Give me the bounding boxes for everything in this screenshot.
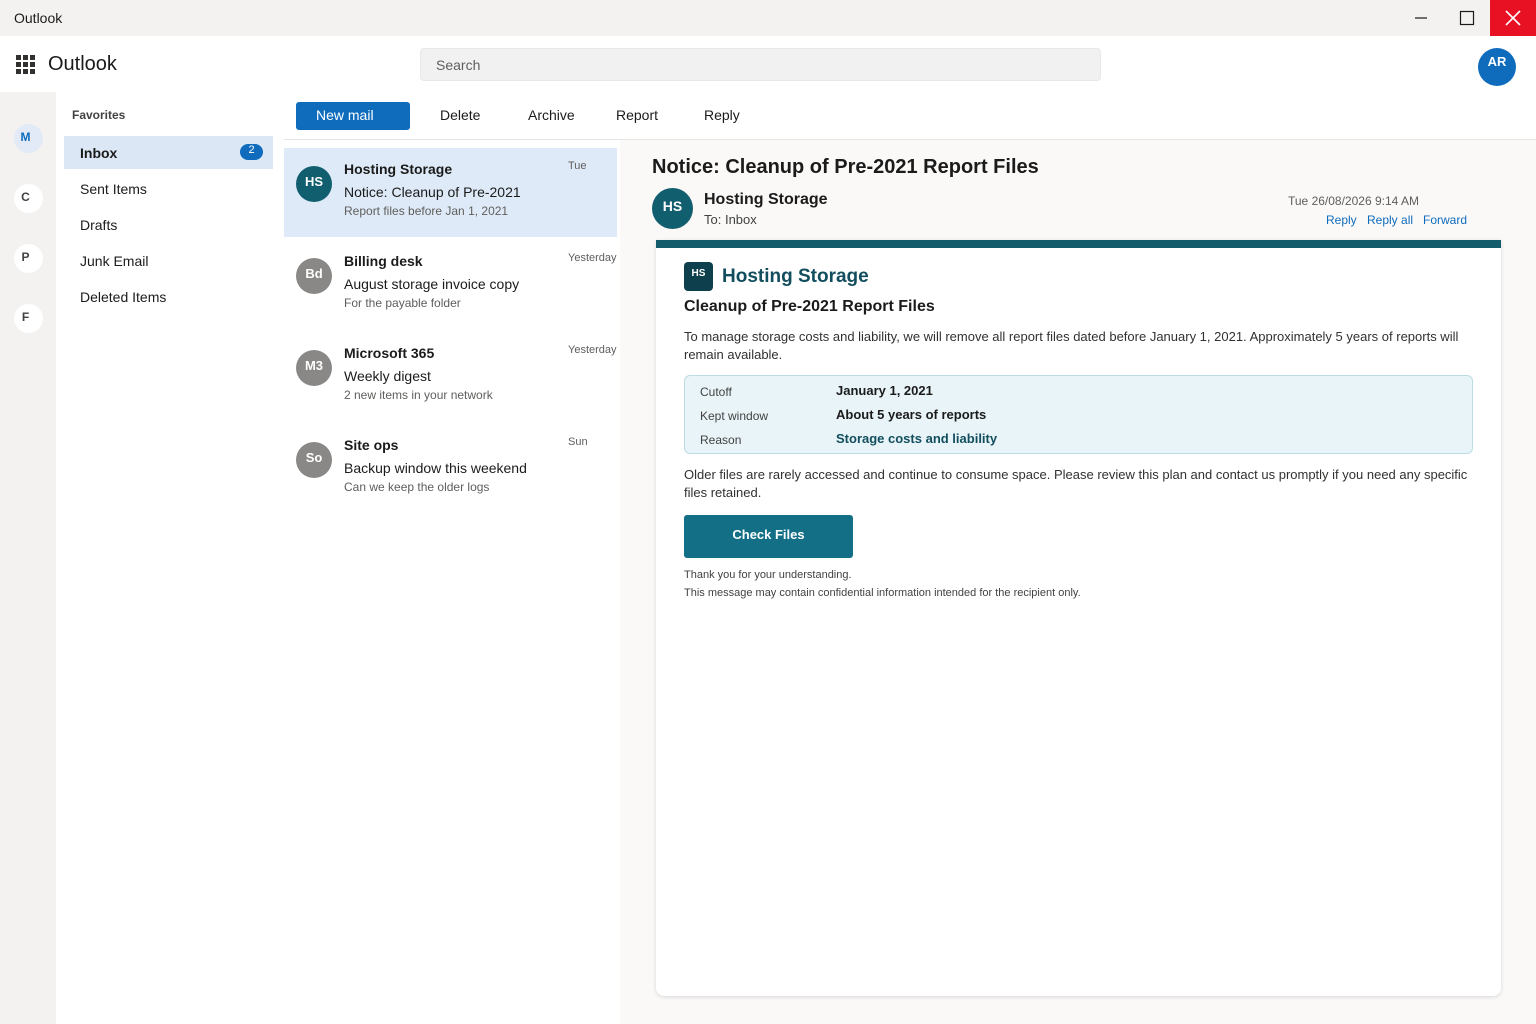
- reply-link[interactable]: Reply: [1326, 213, 1357, 227]
- message-subject: Backup window this weekend: [344, 460, 527, 476]
- email-brand: Hosting Storage: [722, 266, 869, 287]
- app-launcher-icon[interactable]: [16, 55, 35, 74]
- message-item[interactable]: M3 Microsoft 365 Yesterday Weekly digest…: [284, 332, 617, 421]
- message-item[interactable]: So Site ops Sun Backup window this weeke…: [284, 424, 617, 513]
- detail-value: January 1, 2021: [836, 383, 933, 398]
- report-button[interactable]: Report: [616, 107, 658, 123]
- folder-label: Deleted Items: [80, 288, 167, 305]
- command-bar: New mail Delete Archive Report Reply: [284, 92, 1536, 140]
- message-date: Sun: [568, 436, 588, 448]
- reply-button[interactable]: Reply: [704, 107, 740, 123]
- details-box: Cutoff January 1, 2021 Kept window About…: [684, 375, 1473, 454]
- new-mail-button[interactable]: New mail: [296, 102, 410, 130]
- message-sender: Site ops: [344, 437, 399, 453]
- unread-badge: 2: [240, 144, 263, 160]
- message-subject: August storage invoice copy: [344, 276, 520, 292]
- rail-item-mail[interactable]: M: [14, 124, 43, 153]
- email-disclaimer: This message may contain confidential in…: [684, 587, 1081, 599]
- maximize-button[interactable]: [1444, 0, 1490, 36]
- app-header: Outlook AR: [0, 36, 1536, 92]
- detail-value: Storage costs and liability: [836, 431, 998, 446]
- message-preview: 2 new items in your network: [344, 388, 493, 402]
- email-followup: Older files are rarely accessed and cont…: [684, 467, 1468, 500]
- search-input[interactable]: [420, 48, 1101, 81]
- close-button[interactable]: [1490, 0, 1536, 36]
- close-icon: [1505, 10, 1521, 26]
- reading-pane: Notice: Cleanup of Pre-2021 Report Files…: [620, 140, 1536, 1024]
- folder-label: Junk Email: [80, 252, 149, 269]
- message-subject: Weekly digest: [344, 368, 431, 384]
- message-sender: Billing desk: [344, 253, 423, 269]
- minimize-button[interactable]: [1398, 0, 1444, 36]
- folder-drafts[interactable]: Drafts: [64, 208, 273, 241]
- folder-label: Inbox: [80, 144, 118, 161]
- title-bar: Outlook: [0, 0, 1536, 36]
- detail-value: About 5 years of reports: [836, 407, 987, 422]
- sender-avatar: Bd: [296, 258, 332, 294]
- message-item[interactable]: HS Hosting Storage Tue Notice: Cleanup o…: [284, 148, 617, 237]
- maximize-icon: [1459, 10, 1475, 26]
- email-body-card: HS Hosting Storage Cleanup of Pre-2021 R…: [656, 240, 1501, 996]
- detail-label: Kept window: [700, 409, 769, 423]
- rail-item-people[interactable]: P: [14, 244, 43, 273]
- app-rail: M C P F: [0, 92, 56, 1024]
- folder-deleted-items[interactable]: Deleted Items: [64, 280, 273, 313]
- user-avatar[interactable]: AR: [1478, 48, 1516, 86]
- message-subject: Notice: Cleanup of Pre-2021: [344, 184, 521, 200]
- favorites-heading: Favorites: [72, 108, 126, 122]
- archive-button[interactable]: Archive: [528, 107, 575, 123]
- delete-button[interactable]: Delete: [440, 107, 480, 123]
- email-date: Tue 26/08/2026 9:14 AM: [1288, 194, 1419, 208]
- sender-avatar: M3: [296, 350, 332, 386]
- sender-avatar: So: [296, 442, 332, 478]
- detail-label: Reason: [700, 433, 742, 447]
- rail-item-files[interactable]: F: [14, 304, 43, 333]
- sender-avatar: HS: [652, 188, 693, 229]
- folder-label: Drafts: [80, 216, 118, 233]
- message-preview: For the payable folder: [344, 296, 461, 310]
- email-heading: Cleanup of Pre-2021 Report Files: [684, 298, 935, 315]
- check-files-button[interactable]: Check Files: [684, 515, 853, 558]
- email-thanks: Thank you for your understanding.: [684, 569, 852, 581]
- folder-sent-items[interactable]: Sent Items: [64, 172, 273, 205]
- email-recipient: To: Inbox: [704, 212, 757, 227]
- email-subject: Notice: Cleanup of Pre-2021 Report Files: [652, 156, 1039, 178]
- folder-inbox[interactable]: Inbox 2: [64, 136, 273, 169]
- message-preview: Can we keep the older logs: [344, 480, 490, 494]
- window-title: Outlook: [14, 10, 63, 26]
- sender-avatar: HS: [296, 166, 332, 202]
- message-item[interactable]: Bd Billing desk Yesterday August storage…: [284, 240, 617, 329]
- folder-label: Sent Items: [80, 180, 147, 197]
- folder-pane: Favorites Inbox 2 Sent Items Drafts Junk…: [56, 92, 284, 1024]
- minimize-icon: [1415, 17, 1427, 19]
- email-intro: To manage storage costs and liability, w…: [684, 329, 1459, 362]
- email-sender[interactable]: Hosting Storage: [704, 191, 828, 209]
- message-sender: Hosting Storage: [344, 161, 453, 177]
- reply-all-link[interactable]: Reply all: [1367, 213, 1413, 227]
- message-date: Yesterday: [568, 344, 617, 356]
- message-date: Tue: [568, 160, 587, 172]
- app-brand: Outlook: [48, 53, 117, 75]
- message-list: HS Hosting Storage Tue Notice: Cleanup o…: [284, 140, 620, 1024]
- message-preview: Report files before Jan 1, 2021: [344, 204, 509, 218]
- detail-label: Cutoff: [700, 385, 732, 399]
- forward-link[interactable]: Forward: [1423, 213, 1467, 227]
- message-date: Yesterday: [568, 252, 617, 264]
- folder-junk-email[interactable]: Junk Email: [64, 244, 273, 277]
- sender-logo: HS: [684, 262, 713, 291]
- rail-item-calendar[interactable]: C: [14, 184, 43, 213]
- message-sender: Microsoft 365: [344, 345, 435, 361]
